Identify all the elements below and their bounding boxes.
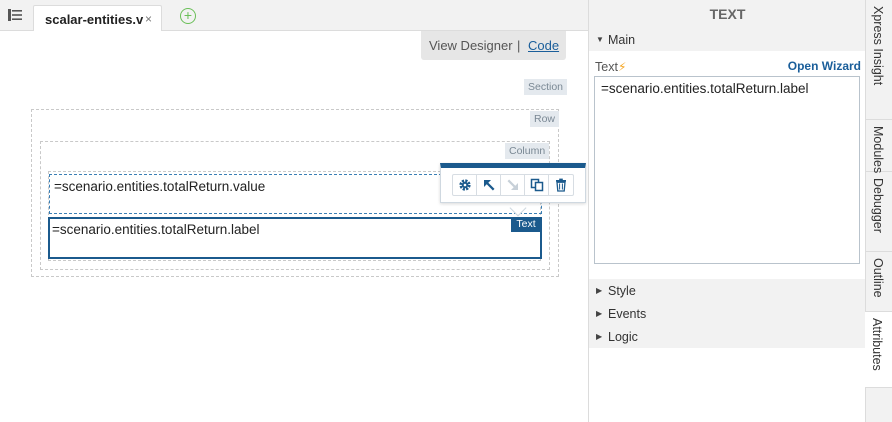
section-tag[interactable]: Section — [524, 79, 568, 95]
chevron-right-icon: ▶ — [596, 332, 603, 341]
accordion-style-header[interactable]: ▶ Style — [589, 280, 866, 302]
view-mode-toggle: View Designer | Code — [421, 31, 566, 60]
accordion-events-header[interactable]: ▶ Events — [589, 303, 866, 325]
side-tab-modules[interactable]: Modules — [866, 120, 892, 174]
chevron-down-icon: ▼ — [596, 35, 604, 44]
designer-canvas: View Designer | Code Section Row Column … — [0, 31, 588, 422]
code-link[interactable]: Code — [528, 38, 559, 53]
copy-icon — [530, 178, 543, 192]
list-menu-icon[interactable] — [8, 9, 22, 21]
copy-button[interactable] — [525, 175, 549, 195]
panel-title: TEXT — [709, 6, 746, 22]
move-down-icon — [507, 179, 518, 190]
row-tag[interactable]: Row — [530, 111, 560, 127]
chevron-right-icon: ▶ — [596, 286, 603, 295]
side-tab-label: Xpress Insight — [871, 6, 885, 86]
events-section-label: Events — [608, 307, 647, 321]
move-down-button — [501, 175, 525, 195]
style-section-label: Style — [608, 284, 636, 298]
view-designer-label: View Designer — [429, 38, 513, 53]
app-root: scalar-entities.v × + View Designer | Co… — [0, 0, 892, 422]
main-section-body: Text⚡ Open Wizard =scenario.entities.tot… — [589, 51, 866, 279]
text-field-label: Text⚡ — [595, 60, 626, 74]
side-tab-label: Outline — [871, 258, 885, 298]
side-tab-label: Attributes — [870, 318, 884, 371]
trash-icon — [556, 178, 566, 192]
accordion-main-header[interactable]: ▼ Main — [589, 29, 866, 51]
side-tab-debugger[interactable]: Debugger — [866, 172, 892, 252]
view-separator: | — [517, 38, 521, 53]
label-expression: =scenario.entities.totalReturn.label — [52, 222, 260, 237]
text-value-input[interactable]: =scenario.entities.totalReturn.label — [594, 76, 860, 264]
tab-title: scalar-entities.v — [45, 12, 144, 27]
toolbar-button-group — [452, 174, 574, 196]
side-tab-outline[interactable]: Outline — [866, 252, 892, 312]
selected-component-badge: Text — [511, 217, 541, 232]
side-tab-label: Modules — [871, 126, 885, 174]
dynamic-bolt-icon: ⚡ — [617, 60, 627, 74]
side-tab-xpress-insight[interactable]: Xpress Insight — [866, 0, 892, 120]
text-component-label-selected[interactable]: =scenario.entities.totalReturn.label — [48, 217, 542, 259]
text-field-label-text: Text — [595, 60, 618, 74]
value-expression: =scenario.entities.totalReturn.value — [54, 179, 266, 194]
side-tab-attributes[interactable]: Attributes — [865, 312, 892, 388]
settings-button[interactable] — [453, 175, 477, 195]
move-up-icon — [483, 180, 494, 191]
component-toolbar — [440, 163, 586, 203]
open-wizard-link[interactable]: Open Wizard — [788, 59, 861, 73]
delete-button[interactable] — [549, 175, 573, 195]
move-up-button[interactable] — [477, 175, 501, 195]
logic-section-label: Logic — [608, 330, 638, 344]
panel-empty-area — [589, 348, 866, 422]
accordion-logic-header[interactable]: ▶ Logic — [589, 326, 866, 348]
chevron-right-icon: ▶ — [596, 309, 603, 318]
main-section-label: Main — [608, 33, 636, 47]
add-tab-icon[interactable]: + — [180, 8, 196, 24]
column-tag[interactable]: Column — [505, 143, 550, 159]
close-icon[interactable]: × — [145, 12, 152, 26]
side-tab-strip: Xpress Insight Modules Debugger Outline … — [865, 0, 892, 422]
editor-tab-bar: scalar-entities.v × + — [0, 0, 588, 32]
gear-icon — [458, 179, 471, 191]
editor-tab-active[interactable]: scalar-entities.v × — [33, 5, 162, 32]
properties-panel: TEXT ▼ Main Text⚡ Open Wizard =scenario.… — [588, 0, 866, 422]
side-tab-label: Debugger — [871, 178, 885, 233]
